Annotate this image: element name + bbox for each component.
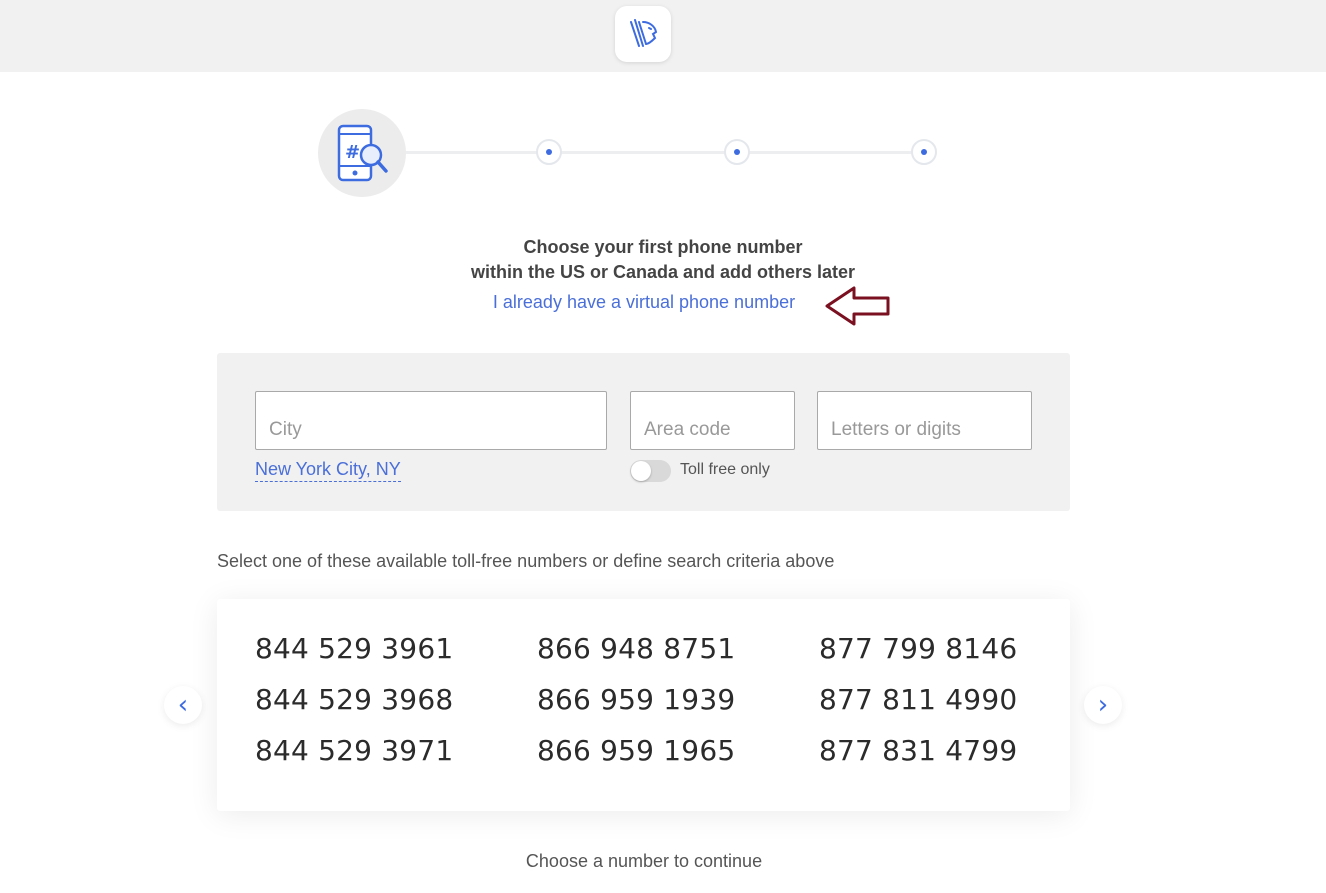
step-4 — [911, 139, 937, 165]
toll-free-toggle[interactable] — [630, 460, 671, 482]
chevron-left-icon: ‹ — [177, 690, 189, 720]
toggle-knob — [631, 461, 651, 481]
virtual-number-link[interactable]: I already have a virtual phone number — [0, 292, 1288, 313]
page-title-line1: Choose your first phone number — [523, 237, 803, 257]
phone-search-icon: # — [337, 124, 388, 182]
phone-number-option[interactable]: 866 959 1939 — [537, 683, 735, 716]
select-hint: Select one of these available toll-free … — [217, 551, 835, 571]
letters-digits-input[interactable] — [817, 391, 1032, 450]
top-bar — [0, 0, 1326, 72]
toll-free-label: Toll free only — [680, 461, 770, 478]
phone-number-option[interactable]: 877 831 4799 — [819, 734, 1017, 767]
arrow-left-outline-icon — [825, 286, 890, 326]
next-page-button[interactable]: › — [1084, 686, 1122, 724]
phone-number-option[interactable]: 844 529 3971 — [255, 734, 453, 767]
area-code-input[interactable] — [630, 391, 795, 450]
phone-number-option[interactable]: 877 799 8146 — [819, 632, 1017, 665]
phone-number-option[interactable]: 866 959 1965 — [537, 734, 735, 767]
continue-hint: Choose a number to continue — [525, 851, 763, 871]
step-current: # — [318, 109, 406, 197]
numbers-card: 844 529 3961 844 529 3968 844 529 3971 8… — [217, 599, 1070, 811]
city-input[interactable] — [255, 391, 607, 450]
step-2 — [536, 139, 562, 165]
svg-text:#: # — [345, 142, 360, 163]
stepper-line — [400, 151, 930, 154]
step-3 — [724, 139, 750, 165]
page-title-line2: within the US or Canada and add others l… — [470, 262, 856, 282]
lion-logo-icon — [630, 19, 658, 47]
phone-number-option[interactable]: 877 811 4990 — [819, 683, 1017, 716]
phone-number-option[interactable]: 866 948 8751 — [537, 632, 735, 665]
prev-page-button[interactable]: ‹ — [164, 686, 202, 724]
logo[interactable] — [615, 6, 671, 62]
city-suggestion-link[interactable]: New York City, NY — [255, 457, 401, 482]
chevron-right-icon: › — [1097, 690, 1109, 720]
phone-number-option[interactable]: 844 529 3961 — [255, 632, 453, 665]
phone-number-option[interactable]: 844 529 3968 — [255, 683, 453, 716]
annotation-arrow — [824, 285, 892, 332]
